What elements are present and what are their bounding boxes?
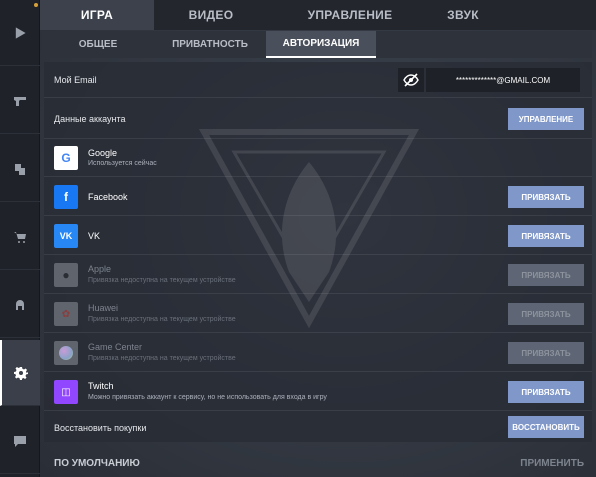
- tab-sound[interactable]: ЗВУК: [432, 0, 494, 30]
- provider-name: Game Center: [88, 342, 143, 352]
- toggle-email-visibility-button[interactable]: [398, 68, 424, 92]
- manage-account-button[interactable]: УПРАВЛЕНИЕ: [508, 108, 584, 130]
- provider-status: Можно привязать аккаунт к сервису, но не…: [88, 394, 327, 401]
- link-huawei-button[interactable]: ПРИВЯЗАТЬ: [508, 303, 584, 325]
- tab-privacy[interactable]: ПРИВАТНОСТЬ: [154, 31, 266, 58]
- email-row: Мой Email *************@GMAIL.COM: [44, 62, 592, 98]
- link-facebook-button[interactable]: ПРИВЯЗАТЬ: [508, 186, 584, 208]
- provider-name: Apple: [88, 264, 112, 274]
- email-label: Мой Email: [54, 75, 97, 85]
- provider-name: VK: [88, 231, 101, 241]
- twitch-icon: ◫: [54, 380, 78, 404]
- provider-row-game-center: Game Center Привязка недоступна на текущ…: [44, 334, 592, 372]
- settings-main: ИГРА ВИДЕО УПРАВЛЕНИЕ ЗВУК ОБЩЕЕ ПРИВАТН…: [40, 0, 596, 477]
- tab-controls[interactable]: УПРАВЛЕНИЕ: [268, 0, 432, 30]
- play-icon: [15, 26, 26, 39]
- footer: ПО УМОЛЧАНИЮ ПРИМЕНИТЬ: [40, 450, 596, 477]
- provider-status: Используется сейчас: [88, 160, 157, 167]
- provider-row-vk: VK VK ПРИВЯЗАТЬ: [44, 217, 592, 255]
- restore-purchases-label: Восстановить покупки: [54, 423, 147, 433]
- sub-tabs: ОБЩЕЕ ПРИВАТНОСТЬ АВТОРИЗАЦИЯ: [42, 31, 592, 58]
- restore-purchases-row: Восстановить покупки ВОССТАНОВИТЬ: [44, 412, 592, 442]
- provider-status: Привязка недоступна на текущем устройств…: [88, 316, 236, 323]
- apply-button[interactable]: ПРИМЕНИТЬ: [520, 458, 584, 469]
- facebook-icon: f: [54, 185, 78, 209]
- provider-name: Huawei: [88, 303, 119, 313]
- account-data-row: Данные аккаунта УПРАВЛЕНИЕ: [44, 99, 592, 139]
- sidebar: [0, 0, 40, 477]
- google-icon: G: [54, 146, 78, 170]
- provider-status: Привязка недоступна на текущем устройств…: [88, 277, 236, 284]
- reset-defaults-button[interactable]: ПО УМОЛЧАНИЮ: [54, 458, 140, 469]
- link-twitch-button[interactable]: ПРИВЯЗАТЬ: [508, 381, 584, 403]
- provider-name: Facebook: [88, 192, 128, 202]
- account-data-label: Данные аккаунта: [54, 114, 126, 124]
- sidebar-item-shop[interactable]: [0, 204, 40, 270]
- email-field: *************@GMAIL.COM: [426, 68, 580, 92]
- provider-status: Привязка недоступна на текущем устройств…: [88, 355, 236, 362]
- provider-row-huawei: ✿ Huawei Привязка недоступна на текущем …: [44, 295, 592, 333]
- sidebar-item-character[interactable]: [0, 272, 40, 338]
- provider-row-facebook: f Facebook ПРИВЯЗАТЬ: [44, 178, 592, 216]
- chat-icon: [14, 435, 26, 447]
- provider-row-google: G Google Используется сейчас: [44, 140, 592, 177]
- huawei-icon: ✿: [54, 302, 78, 326]
- sidebar-item-chat[interactable]: [0, 408, 40, 474]
- link-game-center-button[interactable]: ПРИВЯЗАТЬ: [508, 342, 584, 364]
- restore-purchases-button[interactable]: ВОССТАНОВИТЬ: [508, 416, 584, 438]
- eye-hidden-icon: [403, 73, 419, 87]
- provider-row-apple: ● Apple Привязка недоступна на текущем у…: [44, 256, 592, 294]
- link-vk-button[interactable]: ПРИВЯЗАТЬ: [508, 225, 584, 247]
- helmet-icon: [16, 299, 24, 310]
- tab-general[interactable]: ОБЩЕЕ: [42, 31, 154, 58]
- cart-icon: [14, 231, 26, 243]
- sidebar-item-settings[interactable]: [0, 340, 40, 406]
- provider-row-twitch: ◫ Twitch Можно привязать аккаунт к серви…: [44, 373, 592, 411]
- sidebar-item-play[interactable]: [0, 0, 40, 66]
- authorization-panel: Мой Email *************@GMAIL.COM Данные…: [44, 62, 592, 442]
- top-tabs: ИГРА ВИДЕО УПРАВЛЕНИЕ ЗВУК: [40, 0, 596, 30]
- sidebar-item-inventory[interactable]: [0, 136, 40, 202]
- sidebar-item-weapons[interactable]: [0, 68, 40, 134]
- provider-name: Twitch: [88, 381, 114, 391]
- provider-name: Google: [88, 148, 118, 158]
- gear-icon: [14, 366, 28, 380]
- tab-authorization[interactable]: АВТОРИЗАЦИЯ: [266, 31, 376, 58]
- inventory-icon: [15, 163, 25, 175]
- pistol-icon: [14, 96, 26, 106]
- apple-icon: ●: [54, 263, 78, 287]
- tab-game[interactable]: ИГРА: [40, 0, 154, 30]
- tab-video[interactable]: ВИДЕО: [154, 0, 268, 30]
- link-apple-button[interactable]: ПРИВЯЗАТЬ: [508, 264, 584, 286]
- game-center-icon: [54, 341, 78, 365]
- vk-icon: VK: [54, 224, 78, 248]
